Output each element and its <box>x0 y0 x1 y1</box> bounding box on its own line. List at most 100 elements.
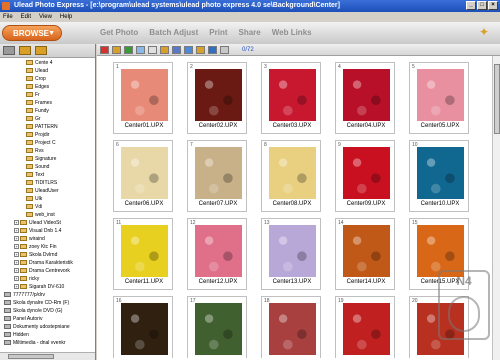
folder-tree-item[interactable]: Project C <box>0 140 95 147</box>
folder-tree-item[interactable]: Gr <box>0 116 95 123</box>
thumbnail-image[interactable] <box>269 147 316 199</box>
thumbnail-card[interactable]: 5 Center05.UPX <box>409 62 469 134</box>
thumbnail-image[interactable] <box>269 225 316 277</box>
folder-tree-item[interactable]: Panel Autoriv <box>0 316 95 323</box>
expand-icon[interactable]: + <box>14 284 19 290</box>
folder-tree-item[interactable]: Skola dyno/e DVD (G) <box>0 308 95 315</box>
rotate-icon[interactable] <box>172 45 181 54</box>
folder-tree-item[interactable]: + Sigarah DV-610 <box>0 284 95 291</box>
minimize-button[interactable]: _ <box>466 1 476 10</box>
thumbnail-image[interactable] <box>195 225 242 277</box>
menu-edit[interactable]: Edit <box>21 12 31 22</box>
tab-print[interactable]: Print <box>209 22 227 44</box>
refresh-icon[interactable] <box>124 45 133 54</box>
thumbnail-card[interactable]: 19 <box>335 296 395 358</box>
thumbnail-card[interactable]: 1 Center01.UPX <box>113 62 173 134</box>
thumbnail-image[interactable] <box>269 69 316 121</box>
scrollbar-thumb[interactable] <box>8 354 54 359</box>
expand-icon[interactable]: + <box>14 276 19 282</box>
thumbnail-image[interactable] <box>343 147 390 199</box>
folder-tree-item[interactable]: Frames <box>0 100 95 107</box>
thumbnail-image[interactable] <box>269 303 316 355</box>
folder-tree-item[interactable]: 7777777/p/drv <box>0 292 95 299</box>
thumbnail-image[interactable] <box>417 69 464 121</box>
thumbnail-card[interactable]: 11 Center11.UPX <box>113 218 173 290</box>
info-icon[interactable] <box>184 45 193 54</box>
close-button[interactable]: × <box>488 1 498 10</box>
horizontal-scrollbar[interactable] <box>0 352 95 360</box>
browse-button[interactable]: BROWSE ▼ <box>2 25 62 41</box>
folder-tree-item[interactable]: Miltimedia - dnal vvenkr <box>0 340 95 347</box>
thumbnail-card[interactable]: 14 Center14.UPX <box>335 218 395 290</box>
folder-tree-item[interactable]: Crop <box>0 76 95 83</box>
thumbnail-card[interactable]: 7 Center07.UPX <box>187 140 247 212</box>
folder-tree-item[interactable]: Ulk <box>0 196 95 203</box>
folder-up-icon[interactable] <box>19 46 31 55</box>
folder-tree-item[interactable]: + Drama Karakteristik <box>0 260 95 267</box>
folder-tree-item[interactable]: + Visual Dnb 1.4 <box>0 228 95 235</box>
folder-tree-item[interactable]: + Drama Centrevork <box>0 268 95 275</box>
folder-tree-item[interactable]: Signature <box>0 156 95 163</box>
thumbnail-image[interactable] <box>195 303 242 355</box>
folder-tree-item[interactable]: Vdi <box>0 204 95 211</box>
move-icon[interactable] <box>160 45 169 54</box>
thumbnail-card[interactable]: 17 <box>187 296 247 358</box>
cut-icon[interactable] <box>148 45 157 54</box>
delete-icon[interactable] <box>100 45 109 54</box>
thumbnail-image[interactable] <box>121 147 168 199</box>
scrollbar-thumb[interactable] <box>494 64 500 134</box>
vertical-scrollbar[interactable] <box>492 56 500 360</box>
folder-tree-item[interactable]: Hidden <box>0 332 95 339</box>
folder-tree-item[interactable]: Fundy <box>0 108 95 115</box>
maximize-button[interactable]: □ <box>477 1 487 10</box>
folder-tree-item[interactable]: Edges <box>0 84 95 91</box>
thumbnail-image[interactable] <box>417 147 464 199</box>
back-icon[interactable] <box>3 46 15 55</box>
folder-tree-item[interactable]: TIDITLRS <box>0 180 95 187</box>
expand-icon[interactable]: + <box>14 236 19 242</box>
thumbnail-card[interactable]: 2 Center02.UPX <box>187 62 247 134</box>
folder-tree-item[interactable]: + zoey Ktc Fin <box>0 244 95 251</box>
thumbnail-card[interactable]: 8 Center08.UPX <box>261 140 321 212</box>
folder-tree-item[interactable]: + Skola Dvlrnd <box>0 252 95 259</box>
folder-tree-item[interactable]: Sound <box>0 164 95 171</box>
thumbnail-image[interactable] <box>121 69 168 121</box>
thumbnail-card[interactable]: 4 Center04.UPX <box>335 62 395 134</box>
expand-icon[interactable]: + <box>14 268 19 274</box>
folder-tree-item[interactable]: UleadUser <box>0 188 95 195</box>
copy-icon[interactable] <box>136 45 145 54</box>
folder-tree-item[interactable]: + ricky <box>0 276 95 283</box>
thumbnail-card[interactable]: 13 Center13.UPX <box>261 218 321 290</box>
slideshow-icon[interactable] <box>196 45 205 54</box>
folder-tree-item[interactable]: + Ulead VideoSt <box>0 220 95 227</box>
new-folder-icon[interactable] <box>35 46 47 55</box>
folder-tree-item[interactable]: Projdir <box>0 132 95 139</box>
menu-view[interactable]: View <box>39 12 52 22</box>
folder-tree-item[interactable]: Text <box>0 172 95 179</box>
thumbnail-card[interactable]: 12 Center12.UPX <box>187 218 247 290</box>
thumbnail-image[interactable] <box>195 69 242 121</box>
tab-get-photo[interactable]: Get Photo <box>100 22 138 44</box>
folder-tree-item[interactable]: Skola dynalre CD-Rm (F) <box>0 300 95 307</box>
expand-icon[interactable]: + <box>14 260 19 266</box>
expand-icon[interactable]: + <box>14 220 19 226</box>
thumbnail-image[interactable] <box>343 225 390 277</box>
open-folder-icon[interactable] <box>112 45 121 54</box>
folder-tree-item[interactable]: Fr <box>0 92 95 99</box>
thumbnail-image[interactable] <box>121 303 168 355</box>
expand-icon[interactable]: + <box>14 228 19 234</box>
tab-web-links[interactable]: Web Links <box>272 22 312 44</box>
thumbnail-image[interactable] <box>343 69 390 121</box>
email-icon[interactable] <box>208 45 217 54</box>
thumbnail-card[interactable]: 18 <box>261 296 321 358</box>
folder-tree-item[interactable]: Cente 4 <box>0 60 95 67</box>
tab-batch-adjust[interactable]: Batch Adjust <box>149 22 198 44</box>
folder-tree[interactable]: Cente 4 Ulead Crop Edges Fr Frames Fundy Gr PATT… <box>0 58 95 352</box>
thumbnail-card[interactable]: 3 Center03.UPX <box>261 62 321 134</box>
thumbnail-image[interactable] <box>195 147 242 199</box>
lightbulb-icon[interactable]: ✦ <box>478 25 490 39</box>
folder-tree-item[interactable]: + wiraind <box>0 236 95 243</box>
folder-tree-item[interactable]: PATTERN <box>0 124 95 131</box>
folder-tree-item[interactable]: Rvs <box>0 148 95 155</box>
thumbnail-card[interactable]: 6 Center06.UPX <box>113 140 173 212</box>
